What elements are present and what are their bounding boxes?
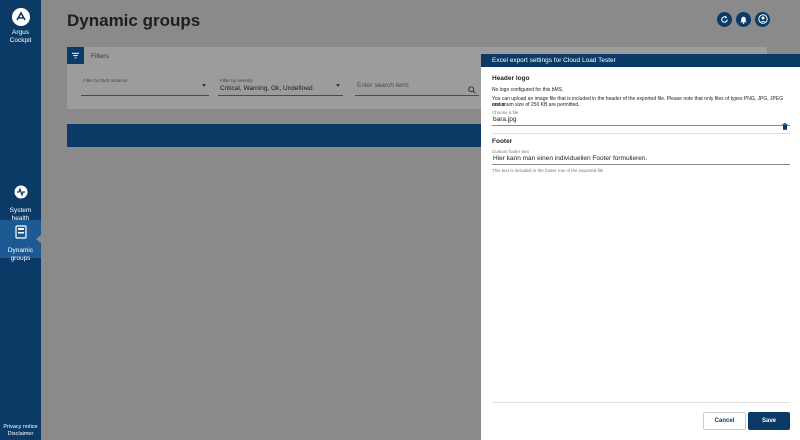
sidebar-item-label: Dynamic bbox=[7, 247, 34, 254]
search-icon[interactable] bbox=[468, 81, 476, 99]
chevron-down-icon bbox=[336, 84, 340, 87]
sidebar-item-dynamic-groups[interactable]: Dynamic groups bbox=[0, 220, 42, 262]
footer-text-input[interactable]: Hier kann man einen individuellen Footer… bbox=[492, 155, 790, 165]
severity-value: Critical, Warning, Ok, Undefined bbox=[220, 85, 313, 92]
footer-hint: This text is included in the footer row … bbox=[492, 168, 604, 173]
top-actions bbox=[717, 12, 770, 27]
save-button[interactable]: Save bbox=[748, 412, 790, 430]
filter-toggle-button[interactable] bbox=[67, 47, 84, 64]
chevron-down-icon bbox=[202, 84, 206, 87]
filter-icon bbox=[71, 47, 80, 65]
privacy-notice-link[interactable]: Privacy notice bbox=[0, 424, 41, 431]
logo-description-line2: maximum size of 250 KB are permitted. bbox=[492, 102, 580, 108]
results-header-bar bbox=[67, 124, 481, 147]
notifications-button[interactable] bbox=[736, 12, 751, 27]
header-logo-title: Header logo bbox=[492, 75, 530, 82]
footer-text-label: Custom footer text bbox=[492, 149, 529, 154]
bms-instance-label: Filter by bMS instance bbox=[83, 78, 128, 83]
sidebar-item-system-health[interactable]: System health bbox=[0, 180, 41, 222]
system-health-icon bbox=[13, 185, 29, 204]
actions-divider bbox=[492, 402, 790, 403]
refresh-button[interactable] bbox=[717, 12, 732, 27]
panel-title: Excel export settings for Cloud Load Tes… bbox=[481, 54, 800, 67]
bell-icon bbox=[739, 11, 748, 29]
disclaimer-link[interactable]: Disclaimer bbox=[0, 431, 41, 438]
cancel-button[interactable]: Cancel bbox=[703, 412, 746, 430]
logo-status-text: No logo configured for this bMS. bbox=[492, 87, 564, 93]
argus-logo-icon bbox=[11, 8, 30, 26]
search-placeholder: Enter search term bbox=[357, 82, 409, 89]
bms-instance-select[interactable]: Filter by bMS instance bbox=[81, 76, 209, 96]
file-input-label: Choose a file bbox=[492, 110, 519, 115]
footer-text-value: Hier kann man einen individuellen Footer… bbox=[493, 155, 648, 162]
sidebar: Argus Cockpit System health Dynamic grou… bbox=[0, 0, 42, 440]
filters-title: Filters bbox=[91, 53, 109, 60]
app-name-line2: Cockpit bbox=[9, 37, 32, 44]
page-title: Dynamic groups bbox=[67, 11, 201, 30]
account-button[interactable] bbox=[755, 12, 770, 27]
search-input[interactable]: Enter search term bbox=[355, 76, 479, 96]
app-name-line1: Argus bbox=[12, 29, 29, 36]
sidebar-item-label: groups bbox=[10, 255, 31, 262]
file-input-value: bara.jpg bbox=[493, 116, 517, 123]
footer-title: Footer bbox=[492, 138, 513, 145]
refresh-icon bbox=[720, 11, 729, 29]
app-logo[interactable]: Argus Cockpit bbox=[0, 8, 41, 45]
severity-select[interactable]: Filter by severity Critical, Warning, Ok… bbox=[218, 76, 343, 96]
sidebar-item-label: System bbox=[9, 207, 32, 214]
file-input[interactable]: bara.jpg bbox=[492, 116, 790, 130]
excel-export-settings-panel: Excel export settings for Cloud Load Tes… bbox=[481, 54, 800, 440]
dynamic-groups-icon bbox=[13, 225, 29, 244]
section-divider bbox=[492, 133, 790, 134]
account-icon bbox=[757, 11, 768, 29]
severity-label: Filter by severity bbox=[220, 78, 253, 83]
